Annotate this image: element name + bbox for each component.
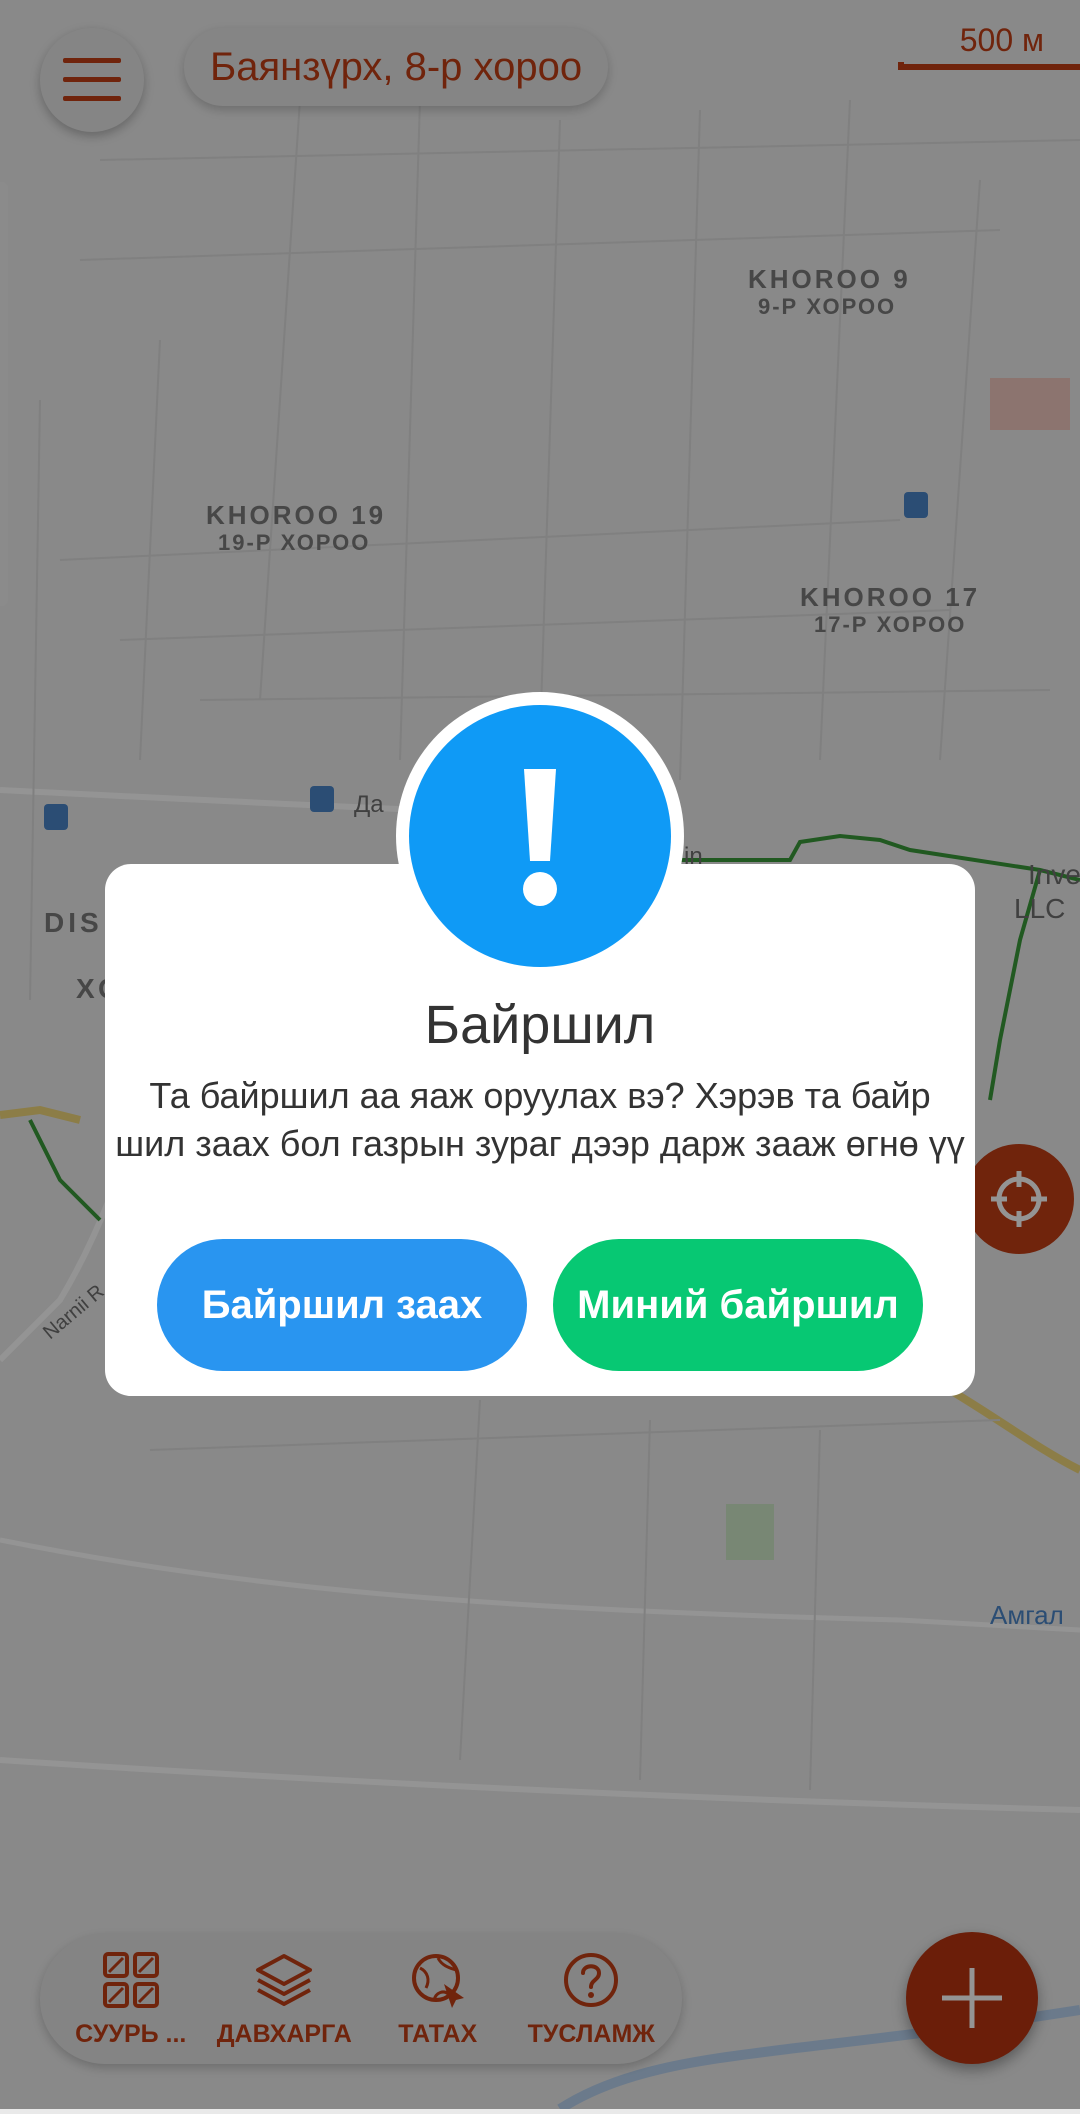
layers-icon xyxy=(256,1953,313,2006)
menu-button[interactable] xyxy=(40,28,144,132)
alert-icon xyxy=(409,705,671,967)
crosshair-icon xyxy=(991,1171,1047,1227)
toolbar-label: ТАТАХ xyxy=(398,2019,478,2048)
side-drawer-handle[interactable] xyxy=(0,182,8,606)
select-location-button[interactable]: Байршил заах xyxy=(157,1239,527,1371)
plus-icon xyxy=(942,1968,1002,2028)
scale-label: 500 м xyxy=(959,22,1044,58)
map-label: 19-Р ХОРОО xyxy=(218,530,370,555)
map-label: 9-Р ХОРОО xyxy=(758,294,896,319)
my-location-button[interactable] xyxy=(964,1144,1074,1254)
location-pill[interactable]: Баянзүрх, 8-р хороо xyxy=(184,28,609,106)
alert-badge xyxy=(396,692,684,980)
map-label: 17-Р ХОРОО xyxy=(814,612,966,637)
add-button[interactable] xyxy=(906,1932,1038,2064)
bottom-toolbar: СУУРЬ ... ДАВХАРГА ТАТАХ ТУСЛАМЖ xyxy=(40,1934,682,2064)
scale-bar xyxy=(898,62,1080,70)
map-label: Да xyxy=(354,791,384,818)
dialog-message: Та байршил аа яаж оруулах вэ? Хэрэв та б… xyxy=(115,1075,965,1164)
toolbar-download[interactable]: ТАТАХ xyxy=(368,1950,508,2049)
help-icon xyxy=(564,1952,619,2007)
dialog-title: Байршил xyxy=(424,995,656,1055)
map-label: KHOROO 9 xyxy=(748,264,911,294)
toolbar-label: ТУСЛАМЖ xyxy=(527,2019,655,2048)
toolbar-base-map[interactable]: СУУРЬ ... xyxy=(61,1950,201,2049)
map-scale: 500 м xyxy=(898,22,1080,74)
toolbar-label: ДАВХАРГА xyxy=(216,2019,352,2048)
map-label: KHOROO 19 xyxy=(206,500,386,530)
toolbar-help[interactable]: ТУСЛАМЖ xyxy=(521,1950,661,2049)
location-label: Баянзүрх, 8-р хороо xyxy=(210,44,583,89)
map-label: Амгал xyxy=(990,1600,1064,1630)
base-map-icon xyxy=(102,1951,159,2008)
hamburger-icon xyxy=(63,58,121,101)
toolbar-label: СУУРЬ ... xyxy=(75,2019,187,2048)
map-label: Inve xyxy=(1028,859,1080,890)
my-location-dialog-button[interactable]: Миний байршил xyxy=(553,1239,923,1371)
map-label: LLC xyxy=(1014,893,1065,924)
download-map-icon xyxy=(411,1953,464,2008)
map-label: KHOROO 17 xyxy=(800,582,980,612)
map-label: DIS xyxy=(44,907,103,938)
toolbar-layers[interactable]: ДАВХАРГА xyxy=(214,1950,354,2049)
